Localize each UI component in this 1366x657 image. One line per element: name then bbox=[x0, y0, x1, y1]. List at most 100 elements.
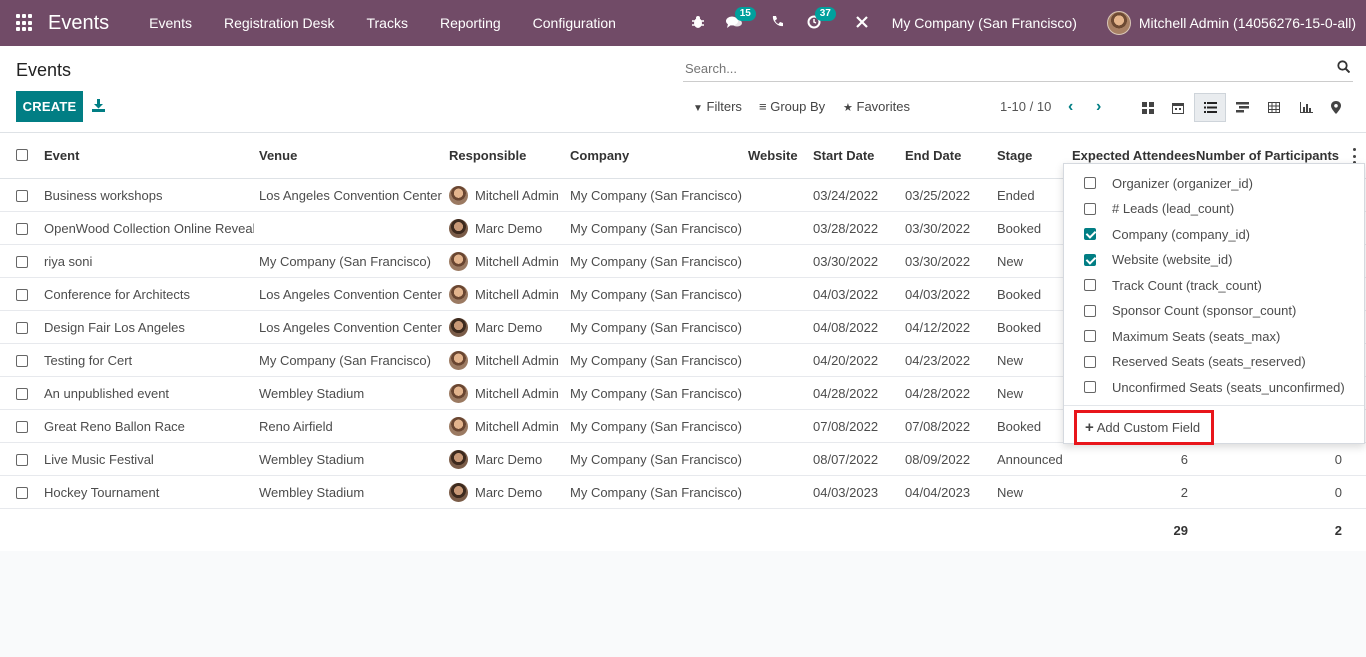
cell-event: OpenWood Collection Online Reveal bbox=[44, 221, 254, 236]
header-start-date[interactable]: Start Date bbox=[813, 148, 874, 163]
header-stage[interactable]: Stage bbox=[997, 148, 1032, 163]
cell-responsible: Marc Demo bbox=[475, 221, 543, 236]
cell-end-date: 04/23/2022 bbox=[905, 353, 971, 368]
phone-icon[interactable] bbox=[770, 15, 786, 31]
header-responsible[interactable]: Responsible bbox=[449, 148, 526, 163]
row-checkbox[interactable] bbox=[16, 190, 28, 202]
filter-icon: ▼ bbox=[693, 103, 703, 114]
cell-end-date: 03/25/2022 bbox=[905, 188, 971, 203]
menu-tracks[interactable]: Tracks bbox=[366, 15, 407, 31]
activity-clock-icon[interactable]: 37 bbox=[806, 6, 836, 32]
menu-registration-desk[interactable]: Registration Desk bbox=[224, 15, 335, 31]
cell-start-date: 04/28/2022 bbox=[813, 386, 879, 401]
optional-column-checkbox[interactable] bbox=[1084, 253, 1096, 266]
pivot-view-icon[interactable] bbox=[1258, 93, 1290, 122]
header-venue[interactable]: Venue bbox=[259, 148, 297, 163]
optional-column-item[interactable]: Website (website_id) bbox=[1084, 250, 1232, 270]
chat-icon[interactable]: 15 bbox=[725, 6, 756, 32]
row-checkbox[interactable] bbox=[16, 487, 28, 499]
user-avatar[interactable] bbox=[1106, 11, 1131, 35]
calendar-view-icon[interactable] bbox=[1162, 93, 1194, 122]
tools-icon[interactable] bbox=[854, 15, 870, 32]
header-event[interactable]: Event bbox=[44, 148, 79, 163]
search-input[interactable] bbox=[683, 55, 1323, 81]
optional-column-item[interactable]: Organizer (organizer_id) bbox=[1084, 173, 1253, 193]
groupby-toggle[interactable]: ≡ Group By bbox=[759, 99, 825, 114]
table-row[interactable]: Live Music Festival Wembley Stadium Marc D… bbox=[0, 443, 1366, 476]
list-view-icon[interactable] bbox=[1194, 93, 1226, 122]
pager-next-icon[interactable]: › bbox=[1096, 98, 1101, 116]
optional-column-item[interactable]: Reserved Seats (seats_reserved) bbox=[1084, 352, 1306, 372]
row-checkbox[interactable] bbox=[16, 322, 28, 334]
row-checkbox[interactable] bbox=[16, 289, 28, 301]
responsible-avatar bbox=[449, 450, 468, 469]
optional-column-checkbox[interactable] bbox=[1084, 228, 1096, 240]
optional-column-item[interactable]: Sponsor Count (sponsor_count) bbox=[1084, 301, 1296, 321]
optional-column-item[interactable]: Maximum Seats (seats_max) bbox=[1084, 326, 1280, 346]
search-icon[interactable] bbox=[1337, 60, 1351, 74]
map-view-icon[interactable] bbox=[1320, 93, 1352, 122]
header-end-date[interactable]: End Date bbox=[905, 148, 961, 163]
app-brand[interactable]: Events bbox=[48, 12, 109, 35]
row-checkbox[interactable] bbox=[16, 454, 28, 466]
row-checkbox[interactable] bbox=[16, 388, 28, 400]
optional-column-checkbox[interactable] bbox=[1084, 304, 1096, 317]
filters-toggle[interactable]: ▼ Filters bbox=[693, 99, 742, 114]
menu-events[interactable]: Events bbox=[149, 15, 192, 31]
pager-value[interactable]: 1-10 / 10 bbox=[1000, 99, 1051, 114]
cell-event: Great Reno Ballon Race bbox=[44, 419, 185, 434]
optional-column-checkbox[interactable] bbox=[1084, 381, 1096, 393]
graph-view-icon[interactable] bbox=[1290, 93, 1322, 122]
optional-column-checkbox[interactable] bbox=[1084, 355, 1096, 368]
optional-column-item[interactable]: Track Count (track_count) bbox=[1084, 275, 1262, 295]
create-button[interactable]: CREATE bbox=[16, 91, 83, 122]
apps-menu-icon[interactable] bbox=[16, 14, 34, 32]
cell-start-date: 08/07/2022 bbox=[813, 452, 879, 467]
bug-icon[interactable] bbox=[690, 15, 706, 32]
select-all-checkbox[interactable] bbox=[16, 149, 28, 161]
cell-end-date: 04/04/2023 bbox=[905, 485, 971, 500]
user-menu[interactable]: Mitchell Admin (14056276-15-0-all) bbox=[1139, 15, 1356, 31]
row-checkbox[interactable] bbox=[16, 223, 28, 235]
favorites-label: Favorites bbox=[856, 99, 910, 114]
cell-company: My Company (San Francisco) bbox=[570, 452, 742, 467]
kanban-view-icon[interactable] bbox=[1132, 93, 1164, 122]
star-icon: ★ bbox=[843, 102, 853, 114]
cell-end-date: 03/30/2022 bbox=[905, 221, 971, 236]
row-checkbox[interactable] bbox=[16, 421, 28, 433]
table-row[interactable]: Hockey Tournament Wembley Stadium Marc Dem… bbox=[0, 476, 1366, 509]
row-checkbox[interactable] bbox=[16, 355, 28, 367]
pager-previous-icon[interactable]: ‹ bbox=[1068, 98, 1073, 116]
cell-company: My Company (San Francisco) bbox=[570, 221, 742, 236]
cell-responsible: Marc Demo bbox=[475, 452, 543, 467]
add-custom-field-button[interactable]: + Add Custom Field bbox=[1074, 410, 1214, 445]
optional-column-item[interactable]: Unconfirmed Seats (seats_unconfirmed) bbox=[1084, 377, 1345, 397]
optional-column-label: Sponsor Count (sponsor_count) bbox=[1112, 303, 1297, 318]
company-switcher[interactable]: My Company (San Francisco) bbox=[892, 15, 1077, 31]
optional-column-checkbox[interactable] bbox=[1084, 177, 1096, 189]
optional-column-item[interactable]: # Leads (lead_count) bbox=[1084, 199, 1234, 219]
header-number-of-participants[interactable]: Number of Participants bbox=[1196, 148, 1339, 163]
menu-reporting[interactable]: Reporting bbox=[440, 15, 501, 31]
header-website[interactable]: Website bbox=[748, 148, 798, 163]
cell-participants: 0 bbox=[1334, 485, 1342, 500]
optional-columns-toggle-icon[interactable] bbox=[1351, 148, 1357, 164]
optional-column-item[interactable]: Company (company_id) bbox=[1084, 224, 1250, 244]
cell-stage: New bbox=[997, 353, 1024, 368]
optional-column-checkbox[interactable] bbox=[1084, 279, 1096, 291]
download-icon[interactable] bbox=[92, 99, 106, 113]
row-checkbox[interactable] bbox=[16, 256, 28, 268]
cell-venue: My Company (San Francisco) bbox=[259, 254, 431, 269]
cell-event: Design Fair Los Angeles bbox=[44, 320, 185, 335]
cell-stage: New bbox=[997, 386, 1024, 401]
filters-label: Filters bbox=[706, 99, 742, 114]
favorites-toggle[interactable]: ★ Favorites bbox=[843, 99, 910, 114]
cell-end-date: 03/30/2022 bbox=[905, 254, 971, 269]
gantt-view-icon[interactable] bbox=[1226, 93, 1258, 122]
header-expected-attendees[interactable]: Expected Attendees bbox=[1072, 148, 1196, 163]
cell-stage: Booked bbox=[997, 320, 1042, 335]
menu-configuration[interactable]: Configuration bbox=[533, 15, 616, 31]
optional-column-checkbox[interactable] bbox=[1084, 202, 1096, 215]
optional-column-checkbox[interactable] bbox=[1084, 330, 1096, 342]
header-company[interactable]: Company bbox=[570, 148, 629, 163]
